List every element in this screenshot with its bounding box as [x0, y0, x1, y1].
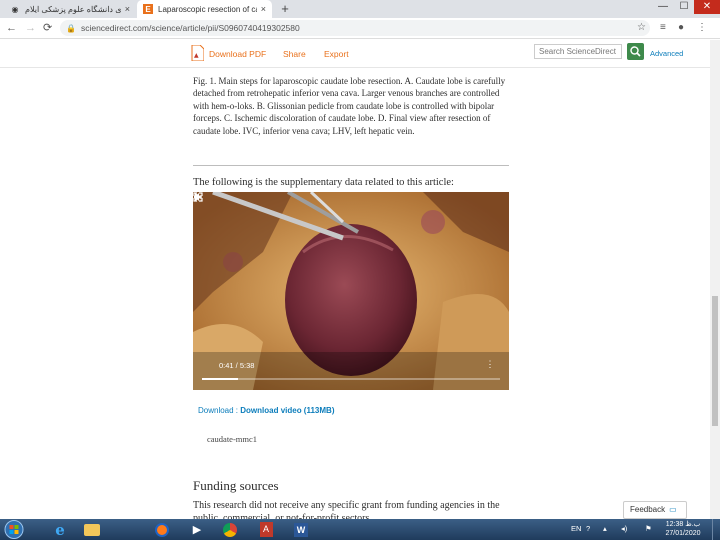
elsevier-favicon-icon: E [143, 4, 153, 14]
feedback-button[interactable]: Feedback ▭ [623, 501, 687, 519]
reload-icon[interactable]: ⟳ [43, 21, 52, 35]
lock-icon: 🔒 [66, 23, 76, 33]
search-input[interactable]: Search ScienceDirect [534, 44, 622, 59]
video-progress-bar[interactable] [202, 378, 500, 380]
search-button[interactable] [627, 43, 644, 60]
video-filename: caudate-mmc1 [207, 434, 258, 444]
close-icon[interactable]: × [261, 4, 266, 14]
windows-start-icon[interactable] [3, 519, 25, 540]
language-indicator[interactable]: EN [571, 524, 581, 533]
tab-article[interactable]: E Laparoscopic resection of caudate × [137, 0, 272, 18]
feedback-label: Feedback [630, 505, 666, 514]
browser-toolbar: ← → ⟳ 🔒 sciencedirect.com/science/articl… [0, 18, 720, 39]
search-icon [630, 46, 641, 57]
tab-title: Laparoscopic resection of caudate [158, 4, 257, 14]
file-explorer-icon[interactable] [80, 520, 104, 539]
internet-explorer-icon[interactable]: e [48, 520, 72, 539]
download-prefix: Download : [198, 406, 241, 415]
svg-text:▲: ▲ [194, 52, 199, 59]
help-icon[interactable]: ? [586, 524, 590, 533]
account-icon[interactable]: ● [678, 22, 684, 34]
clock[interactable]: 12:38 ب.ظ 27/01/2020 [663, 520, 703, 538]
fullscreen-icon[interactable] [193, 192, 203, 202]
speech-bubble-icon: ▭ [669, 505, 677, 514]
back-icon[interactable]: ← [6, 21, 17, 35]
clock-time: 12:38 ب.ظ [665, 521, 701, 528]
clock-date: 27/01/2020 [665, 530, 701, 537]
export-link[interactable]: Export [324, 49, 349, 59]
tab-strip: ◉ کتابخانه مرکزی دانشگاه علوم پزشکی ایلا… [0, 0, 720, 18]
bookmark-star-icon[interactable]: ☆ [637, 22, 646, 34]
video-player[interactable]: 0:41 / 5:38 ⋮ [193, 192, 509, 390]
maximize-button[interactable]: ☐ [673, 0, 695, 14]
article-toolbar: ▲ Download PDF Share Export Search Scien… [0, 40, 720, 68]
network-icon[interactable]: ▴ [603, 524, 607, 533]
scrollbar-thumb[interactable] [712, 296, 718, 426]
video-progress-fill [202, 378, 238, 380]
url-text: sciencedirect.com/science/article/pii/S0… [80, 23, 300, 33]
close-icon[interactable]: × [125, 4, 130, 14]
menu-icon[interactable]: ⋮ [697, 22, 707, 34]
download-pdf-link[interactable]: Download PDF [209, 49, 266, 59]
share-link[interactable]: Share [283, 49, 306, 59]
supplementary-heading: The following is the supplementary data … [193, 177, 454, 188]
funding-text: This research did not receive any specif… [193, 500, 500, 519]
show-desktop-button[interactable] [712, 519, 720, 540]
tab-title: کتابخانه مرکزی دانشگاه علوم پزشکی ایلام [25, 4, 121, 14]
figure-caption: Fig. 1. Main steps for laparoscopic caud… [193, 76, 506, 136]
more-options-icon[interactable]: ⋮ [485, 359, 495, 371]
divider [193, 165, 509, 166]
minimize-button[interactable]: — [652, 0, 674, 14]
close-window-button[interactable]: ✕ [694, 0, 720, 14]
volume-tray-icon[interactable]: ◂) [621, 524, 627, 533]
pdf-icon: ▲ [191, 45, 204, 61]
word-icon[interactable]: W [289, 520, 313, 539]
address-bar[interactable]: 🔒 sciencedirect.com/science/article/pii/… [60, 20, 650, 36]
tab-library[interactable]: ◉ کتابخانه مرکزی دانشگاه علوم پزشکی ایلا… [4, 0, 136, 18]
chrome-favicon-icon: ◉ [11, 4, 19, 14]
windows-taskbar: e ▶ A W EN ? ▴ ◂) ⚑ 12:38 ب.ظ 27/01/2020 [0, 519, 720, 540]
media-player-icon[interactable]: ▶ [185, 520, 209, 539]
chrome-icon[interactable] [218, 520, 242, 539]
acrobat-icon[interactable]: A [254, 520, 278, 539]
media-control-icon[interactable]: ≡ [660, 22, 666, 34]
funding-heading: Funding sources [193, 478, 279, 493]
advanced-search-link[interactable]: Advanced [650, 49, 683, 58]
page-scrollbar[interactable] [710, 40, 720, 519]
flag-icon[interactable]: ⚑ [645, 524, 652, 533]
firefox-icon[interactable] [150, 520, 174, 539]
forward-icon[interactable]: → [25, 21, 36, 35]
video-time: 0:41 / 5:38 [219, 361, 255, 370]
download-video-label[interactable]: Download video (113MB) [240, 406, 334, 415]
download-video-link[interactable]: Download : Download video (113MB) [198, 406, 334, 415]
new-tab-button[interactable]: + [278, 2, 292, 16]
